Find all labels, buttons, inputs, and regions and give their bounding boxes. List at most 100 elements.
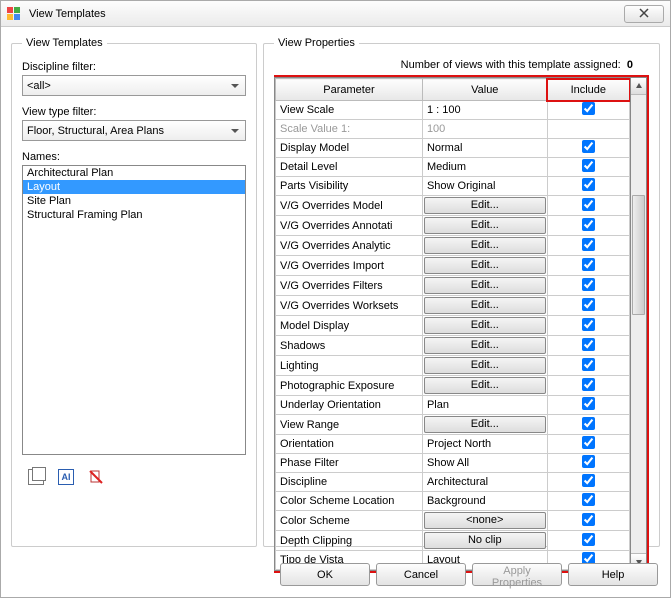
include-checkbox[interactable] bbox=[582, 298, 595, 311]
edit-button[interactable]: Edit... bbox=[424, 217, 546, 234]
value-cell[interactable]: Edit... bbox=[422, 256, 547, 276]
value-cell[interactable]: Architectural bbox=[422, 473, 547, 492]
list-item[interactable]: Layout bbox=[23, 180, 245, 194]
edit-button[interactable]: Edit... bbox=[424, 297, 546, 314]
include-cell bbox=[547, 473, 629, 492]
duplicate-icon[interactable] bbox=[28, 469, 44, 485]
include-checkbox[interactable] bbox=[582, 397, 595, 410]
value-cell[interactable]: <none> bbox=[422, 511, 547, 531]
table-row: V/G Overrides ImportEdit... bbox=[276, 256, 630, 276]
cancel-button[interactable]: Cancel bbox=[376, 563, 466, 586]
param-cell: Display Model bbox=[276, 139, 423, 158]
value-cell[interactable]: 1 : 100 bbox=[422, 101, 547, 120]
include-checkbox[interactable] bbox=[582, 358, 595, 371]
value-cell[interactable]: Edit... bbox=[422, 356, 547, 376]
view-type-filter-combo[interactable]: Floor, Structural, Area Plans bbox=[22, 120, 246, 141]
param-cell: Lighting bbox=[276, 356, 423, 376]
scroll-track[interactable] bbox=[631, 95, 646, 553]
param-cell: Underlay Orientation bbox=[276, 396, 423, 415]
list-item[interactable]: Site Plan bbox=[23, 194, 245, 208]
include-checkbox[interactable] bbox=[582, 474, 595, 487]
value-cell[interactable]: Normal bbox=[422, 139, 547, 158]
include-checkbox[interactable] bbox=[582, 533, 595, 546]
table-row: DisciplineArchitectural bbox=[276, 473, 630, 492]
include-checkbox[interactable] bbox=[582, 159, 595, 172]
include-cell bbox=[547, 376, 629, 396]
value-cell[interactable]: Edit... bbox=[422, 236, 547, 256]
param-cell: V/G Overrides Annotati bbox=[276, 216, 423, 236]
scroll-thumb[interactable] bbox=[632, 195, 645, 315]
include-checkbox[interactable] bbox=[582, 318, 595, 331]
value-cell[interactable]: Show Original bbox=[422, 177, 547, 196]
param-cell: Color Scheme Location bbox=[276, 492, 423, 511]
header-value[interactable]: Value bbox=[422, 79, 547, 101]
edit-button[interactable]: Edit... bbox=[424, 277, 546, 294]
names-listbox[interactable]: Architectural PlanLayoutSite PlanStructu… bbox=[22, 165, 246, 455]
value-cell[interactable]: Show All bbox=[422, 454, 547, 473]
edit-button[interactable]: Edit... bbox=[424, 357, 546, 374]
list-item[interactable]: Structural Framing Plan bbox=[23, 208, 245, 222]
edit-button[interactable]: <none> bbox=[424, 512, 546, 529]
include-checkbox[interactable] bbox=[582, 238, 595, 251]
discipline-filter-combo[interactable]: <all> bbox=[22, 75, 246, 96]
value-cell[interactable]: Plan bbox=[422, 396, 547, 415]
include-checkbox[interactable] bbox=[582, 436, 595, 449]
include-checkbox[interactable] bbox=[582, 338, 595, 351]
vertical-scrollbar[interactable] bbox=[630, 77, 647, 571]
edit-button[interactable]: Edit... bbox=[424, 237, 546, 254]
value-cell[interactable]: Edit... bbox=[422, 216, 547, 236]
delete-icon[interactable] bbox=[88, 469, 104, 485]
value-cell[interactable]: Project North bbox=[422, 435, 547, 454]
edit-button[interactable]: Edit... bbox=[424, 317, 546, 334]
value-cell[interactable]: Edit... bbox=[422, 415, 547, 435]
names-label: Names: bbox=[22, 151, 246, 163]
table-row: Underlay OrientationPlan bbox=[276, 396, 630, 415]
value-cell[interactable]: Edit... bbox=[422, 376, 547, 396]
include-checkbox[interactable] bbox=[582, 178, 595, 191]
header-parameter[interactable]: Parameter bbox=[276, 79, 423, 101]
value-cell[interactable]: Edit... bbox=[422, 336, 547, 356]
param-cell: View Scale bbox=[276, 101, 423, 120]
value-cell[interactable]: Edit... bbox=[422, 276, 547, 296]
include-checkbox[interactable] bbox=[582, 102, 595, 115]
include-checkbox[interactable] bbox=[582, 493, 595, 506]
value-cell[interactable]: Medium bbox=[422, 158, 547, 177]
table-row: View Scale1 : 100 bbox=[276, 101, 630, 120]
value-cell[interactable]: Edit... bbox=[422, 196, 547, 216]
value-cell[interactable]: Edit... bbox=[422, 316, 547, 336]
include-checkbox[interactable] bbox=[582, 258, 595, 271]
ok-button[interactable]: OK bbox=[280, 563, 370, 586]
include-checkbox[interactable] bbox=[582, 513, 595, 526]
rename-icon[interactable]: AI bbox=[58, 469, 74, 485]
edit-button[interactable]: Edit... bbox=[424, 257, 546, 274]
view-properties-legend: View Properties bbox=[274, 37, 359, 49]
scroll-up-icon[interactable] bbox=[631, 78, 646, 95]
table-row: V/G Overrides WorksetsEdit... bbox=[276, 296, 630, 316]
include-checkbox[interactable] bbox=[582, 278, 595, 291]
edit-button[interactable]: No clip bbox=[424, 532, 546, 549]
apply-properties-button[interactable]: Apply Properties bbox=[472, 563, 562, 586]
include-cell bbox=[547, 139, 629, 158]
include-checkbox[interactable] bbox=[582, 218, 595, 231]
edit-button[interactable]: Edit... bbox=[424, 377, 546, 394]
value-cell[interactable]: Edit... bbox=[422, 296, 547, 316]
include-checkbox[interactable] bbox=[582, 198, 595, 211]
assigned-count-label: Number of views with this template assig… bbox=[401, 59, 621, 71]
table-row: LightingEdit... bbox=[276, 356, 630, 376]
include-cell bbox=[547, 356, 629, 376]
help-button[interactable]: Help bbox=[568, 563, 658, 586]
include-checkbox[interactable] bbox=[582, 417, 595, 430]
titlebar: View Templates bbox=[1, 1, 670, 27]
include-checkbox[interactable] bbox=[582, 455, 595, 468]
edit-button[interactable]: Edit... bbox=[424, 337, 546, 354]
edit-button[interactable]: Edit... bbox=[424, 197, 546, 214]
close-button[interactable] bbox=[624, 5, 664, 23]
list-item[interactable]: Architectural Plan bbox=[23, 166, 245, 180]
edit-button[interactable]: Edit... bbox=[424, 416, 546, 433]
value-cell[interactable]: Background bbox=[422, 492, 547, 511]
table-row: Color Scheme<none> bbox=[276, 511, 630, 531]
header-include[interactable]: Include bbox=[547, 79, 629, 101]
value-cell[interactable]: No clip bbox=[422, 531, 547, 551]
include-checkbox[interactable] bbox=[582, 378, 595, 391]
include-checkbox[interactable] bbox=[582, 140, 595, 153]
